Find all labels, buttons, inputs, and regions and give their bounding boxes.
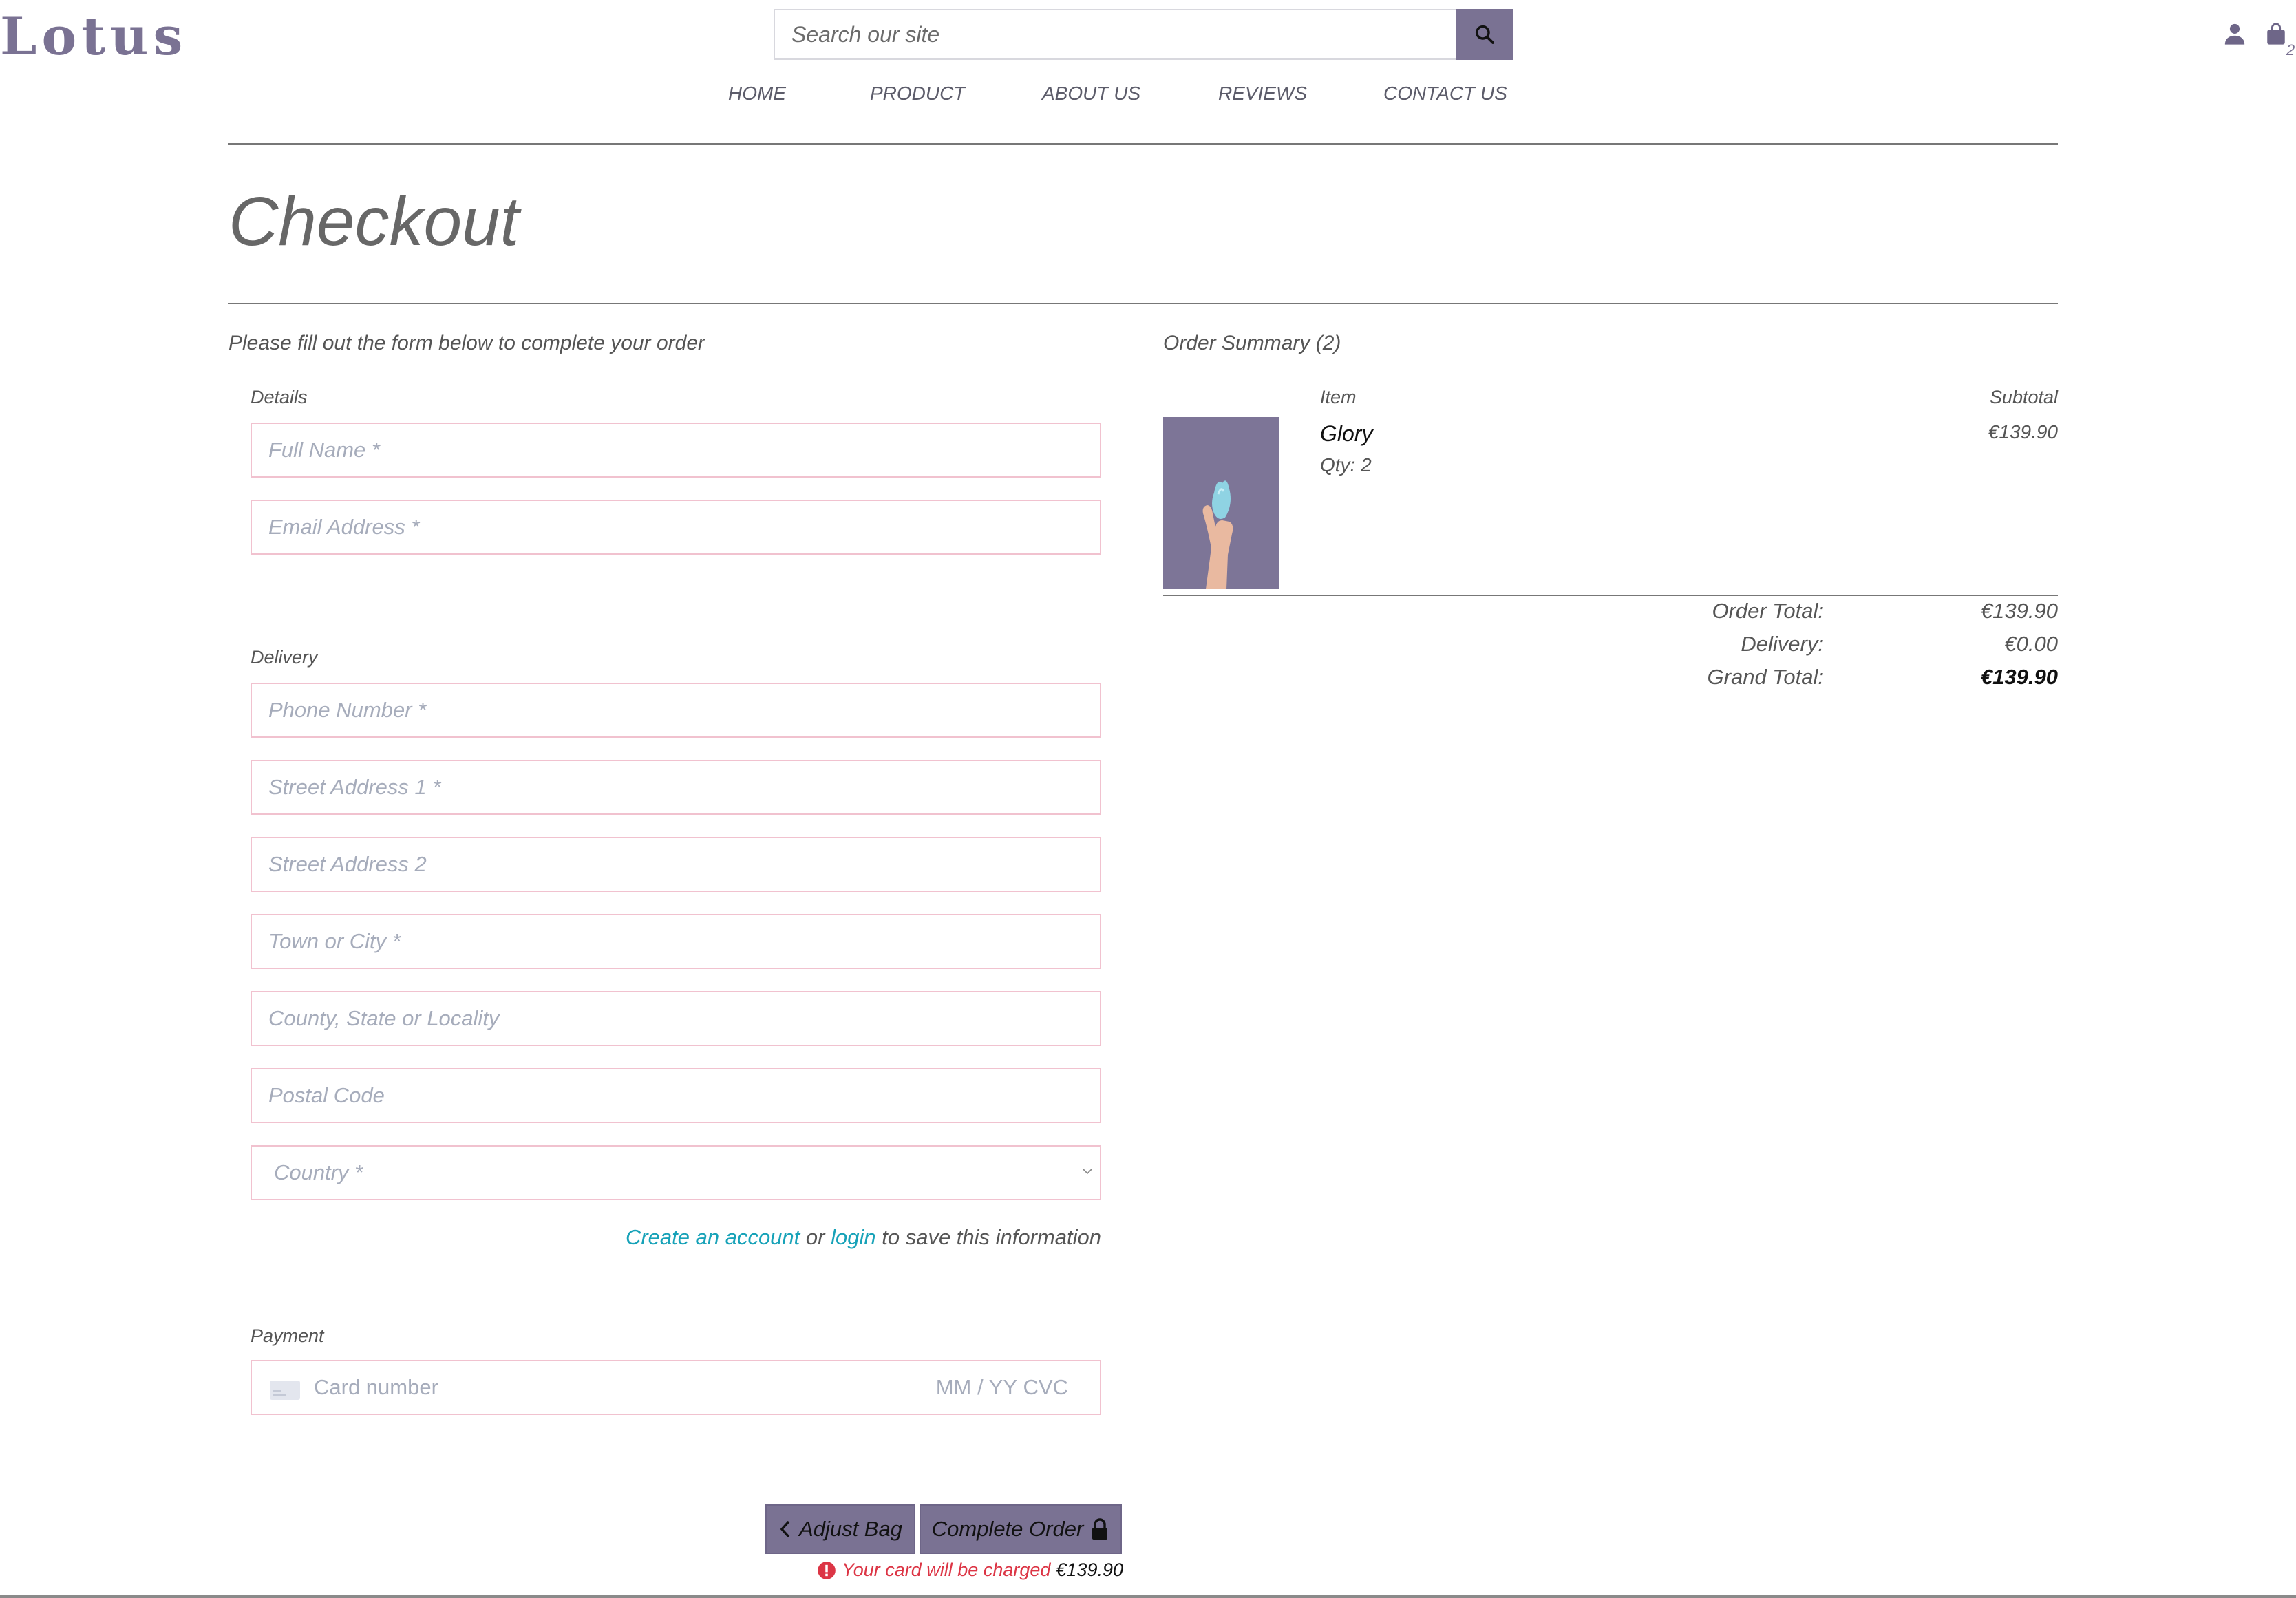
- charge-text: Your card will be charged: [842, 1559, 1051, 1580]
- chevron-down-icon: [1083, 1169, 1092, 1175]
- grand-total-value: €139.90: [1980, 665, 2058, 689]
- product-qty: Qty: 2: [1320, 454, 1372, 476]
- lock-icon: [1092, 1518, 1108, 1540]
- exclamation-circle-icon: [818, 1561, 836, 1579]
- street2-field-wrap: [251, 837, 1101, 892]
- complete-order-button[interactable]: Complete Order: [920, 1504, 1122, 1554]
- subtotal-column-header: Subtotal: [1989, 387, 2058, 407]
- shopping-bag-icon: [2267, 23, 2285, 45]
- credit-card-icon: [270, 1381, 300, 1400]
- order-total-value: €139.90: [1980, 599, 2058, 623]
- main-nav: HOME PRODUCT ABOUT US REVIEWS CONTACT US: [0, 83, 2296, 117]
- street1-field-wrap: [251, 760, 1101, 815]
- postcode-field-wrap: [251, 1068, 1101, 1123]
- details-legend: Details: [251, 387, 308, 407]
- product-image: [1163, 417, 1279, 589]
- user-icon: [2224, 23, 2245, 45]
- search-bar: [774, 9, 1513, 60]
- search-icon: [1475, 25, 1494, 44]
- payment-legend: Payment: [251, 1325, 324, 1346]
- adjust-bag-label: Adjust Bag: [799, 1517, 902, 1541]
- nav-home[interactable]: HOME: [728, 83, 786, 105]
- page-bottom-border: [0, 1595, 2296, 1598]
- full-name-field-wrap: [251, 423, 1101, 478]
- grand-total-label: Grand Total:: [1707, 665, 1824, 689]
- email-field[interactable]: [252, 501, 1100, 553]
- adjust-bag-button[interactable]: Adjust Bag: [765, 1504, 915, 1554]
- charge-notice: Your card will be charged €139.90: [817, 1559, 1123, 1581]
- item-column-header: Item: [1320, 387, 1357, 407]
- save-info-or: or: [805, 1225, 825, 1249]
- nav-product[interactable]: PRODUCT: [870, 83, 965, 105]
- summary-divider: [1163, 595, 2058, 596]
- street-address-2-field[interactable]: [252, 838, 1100, 891]
- product-name: Glory: [1320, 421, 1373, 446]
- order-total-label: Order Total:: [1712, 599, 1824, 623]
- postcode-field[interactable]: [252, 1069, 1100, 1122]
- account-button[interactable]: [2223, 22, 2253, 52]
- town-field-wrap: [251, 914, 1101, 969]
- delivery-value: €0.00: [2004, 632, 2058, 656]
- county-field[interactable]: [252, 992, 1100, 1045]
- street-address-1-field[interactable]: [252, 761, 1100, 813]
- county-field-wrap: [251, 991, 1101, 1046]
- charge-amount: €139.90: [1056, 1559, 1123, 1580]
- nav-about-us[interactable]: ABOUT US: [1042, 83, 1140, 105]
- delivery-legend: Delivery: [251, 647, 318, 668]
- bag-count-badge: 2: [2286, 41, 2295, 58]
- country-select[interactable]: Country *: [251, 1145, 1101, 1200]
- save-info-text: Create an account or login to save this …: [626, 1225, 1101, 1250]
- complete-order-label: Complete Order: [931, 1517, 1084, 1541]
- town-field[interactable]: [252, 915, 1100, 968]
- search-button[interactable]: [1456, 9, 1513, 60]
- nav-contact-us[interactable]: CONTACT US: [1383, 83, 1507, 105]
- product-subtotal: €139.90: [1988, 421, 2058, 443]
- save-info-rest: to save this information: [882, 1225, 1101, 1249]
- form-intro: Please fill out the form below to comple…: [228, 332, 705, 354]
- card-cvc-placeholder: CVC: [1023, 1375, 1068, 1399]
- order-summary-title: Order Summary (2): [1163, 332, 1341, 354]
- card-number-placeholder: Card number: [314, 1375, 438, 1399]
- delivery-label: Delivery:: [1741, 632, 1824, 656]
- title-divider: [228, 303, 2058, 304]
- chevron-left-icon: [780, 1520, 790, 1538]
- card-element[interactable]: Card number MM / YY CVC: [251, 1360, 1101, 1415]
- create-account-link[interactable]: Create an account: [626, 1225, 800, 1249]
- phone-field[interactable]: [252, 684, 1100, 736]
- full-name-field[interactable]: [252, 424, 1100, 476]
- email-field-wrap: [251, 500, 1101, 555]
- search-input[interactable]: [775, 10, 1456, 58]
- brand-logo[interactable]: Lotus: [0, 6, 187, 67]
- country-selected-value: Country *: [274, 1160, 363, 1184]
- login-link[interactable]: login: [831, 1225, 876, 1249]
- page-title: Checkout: [228, 183, 520, 260]
- header-divider: [228, 143, 2058, 145]
- phone-field-wrap: [251, 683, 1101, 738]
- card-expiry-placeholder: MM / YY: [935, 1375, 1017, 1399]
- nav-reviews[interactable]: REVIEWS: [1218, 83, 1307, 105]
